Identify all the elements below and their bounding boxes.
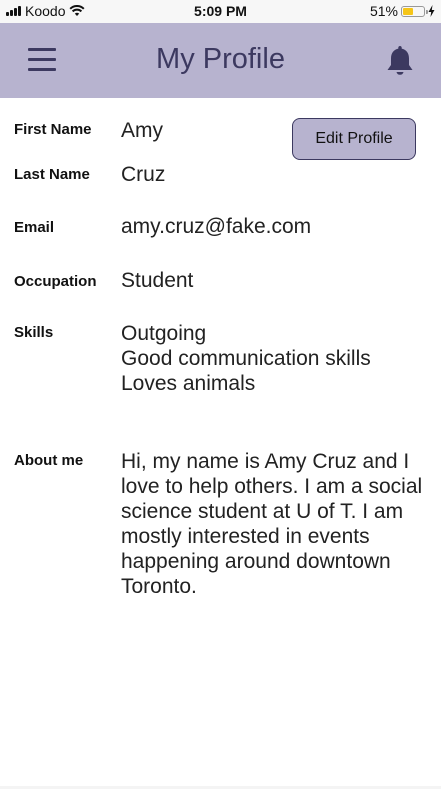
email-value: amy.cruz@fake.com <box>121 215 312 238</box>
battery-icon <box>401 5 428 17</box>
battery-percent: 51% <box>369 3 398 19</box>
bell-icon[interactable] <box>384 44 416 78</box>
first-name-value: Amy <box>121 119 163 142</box>
battery-tip <box>426 9 428 14</box>
skills-label: Skills <box>14 324 54 341</box>
occupation-value: Student <box>121 269 194 292</box>
charging-icon <box>428 5 435 17</box>
edit-profile-button[interactable]: Edit Profile <box>292 118 416 160</box>
page-title: My Profile <box>156 43 285 75</box>
app-header: My Profile <box>0 23 441 98</box>
first-name-label: First Name <box>14 121 92 138</box>
occupation-label: Occupation <box>14 273 97 290</box>
skills-value: Outgoing Good communication skills Loves… <box>121 322 371 395</box>
email-label: Email <box>14 219 55 236</box>
status-right: 51% <box>370 3 435 19</box>
about-me-label: About me <box>14 452 84 469</box>
about-me-value: Hi, my name is Amy Cruz and I love to he… <box>121 450 423 598</box>
battery-fill <box>403 7 413 15</box>
last-name-value: Cruz <box>121 163 166 186</box>
last-name-label: Last Name <box>14 166 90 183</box>
status-bar: Koodo 5:09 PM 51% <box>0 0 441 23</box>
